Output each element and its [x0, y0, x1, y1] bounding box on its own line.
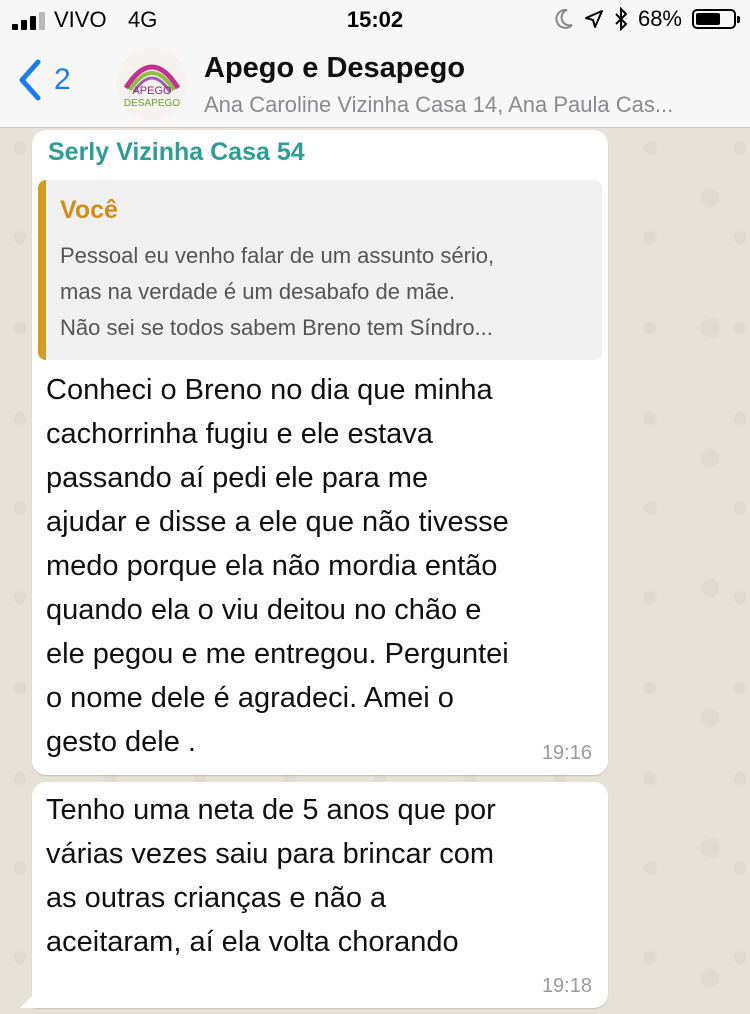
quoted-line: mas na verdade é um desabafo de mãe. — [60, 279, 456, 304]
group-title[interactable]: Apego e Desapego — [204, 52, 465, 85]
quoted-message[interactable]: Você Pessoal eu venho falar de um assunt… — [38, 180, 602, 360]
message-line: quando ela o viu deitou no chão e — [46, 594, 482, 626]
quoted-line: Não sei se todos sabem Breno tem Síndro.… — [60, 315, 493, 340]
message-line: gesto dele . — [46, 726, 196, 758]
message-line: ele pegou e me entregou. Perguntei — [46, 638, 509, 670]
message-line: cachorrinha fugiu e ele estava — [46, 418, 433, 450]
message-line: Conheci o Breno no dia que minha — [46, 374, 493, 406]
message-line: aceitaram, aí ela volta chorando — [46, 926, 459, 958]
message-time: 19:16 — [541, 742, 592, 764]
moon-icon — [555, 8, 573, 29]
message-line: as outras crianças e não a — [46, 882, 387, 914]
back-button[interactable]: 2 — [16, 58, 71, 102]
message-line: o nome dele é agradeci. Amei o — [46, 682, 454, 714]
message-bubble[interactable]: Tenho uma neta de 5 anos que por várias … — [32, 782, 608, 1008]
message-time: 19:18 — [541, 975, 592, 997]
bubble-tail — [20, 990, 38, 1008]
location-arrow-icon — [584, 10, 603, 28]
quoted-line: Pessoal eu venho falar de um assunto sér… — [60, 243, 495, 268]
battery-icon — [692, 9, 740, 29]
message-line: ajudar e disse a ele que não tivesse — [46, 506, 509, 538]
message-bubble[interactable]: Serly Vizinha Casa 54 Você Pessoal eu ve… — [32, 130, 608, 775]
message-sender[interactable]: Serly Vizinha Casa 54 — [48, 138, 305, 167]
message-line: medo porque ela não mordia então — [46, 550, 498, 582]
quoted-text: Pessoal eu venho falar de um assunto sér… — [60, 238, 600, 346]
group-avatar[interactable]: APEGO DESAPEGO — [116, 48, 188, 120]
status-icons: 68% — [554, 6, 740, 32]
chevron-left-icon — [19, 59, 41, 101]
unread-count: 2 — [54, 63, 71, 96]
group-participants[interactable]: Ana Caroline Vizinha Casa 14, Ana Paula … — [204, 92, 734, 118]
message-line: várias vezes saiu para brincar com — [46, 838, 495, 870]
chat-header: 2 APEGO DESAPEGO Apego e Desapego Ana Ca… — [0, 40, 750, 128]
quoted-author: Você — [60, 196, 118, 224]
message-line: passando aí pedi ele para me — [46, 462, 429, 494]
message-line: Tenho uma neta de 5 anos que por — [46, 794, 496, 826]
status-bar: VIVO 4G 15:02 68% — [0, 0, 750, 40]
svg-text:DESAPEGO: DESAPEGO — [124, 98, 180, 109]
svg-text:APEGO: APEGO — [132, 85, 172, 97]
group-logo: APEGO DESAPEGO — [116, 48, 188, 120]
bluetooth-icon — [615, 7, 628, 31]
message-text: Tenho uma neta de 5 anos que por várias … — [46, 788, 602, 964]
battery-percent: 68% — [637, 6, 682, 31]
message-text: Conheci o Breno no dia que minha cachorr… — [46, 368, 602, 764]
